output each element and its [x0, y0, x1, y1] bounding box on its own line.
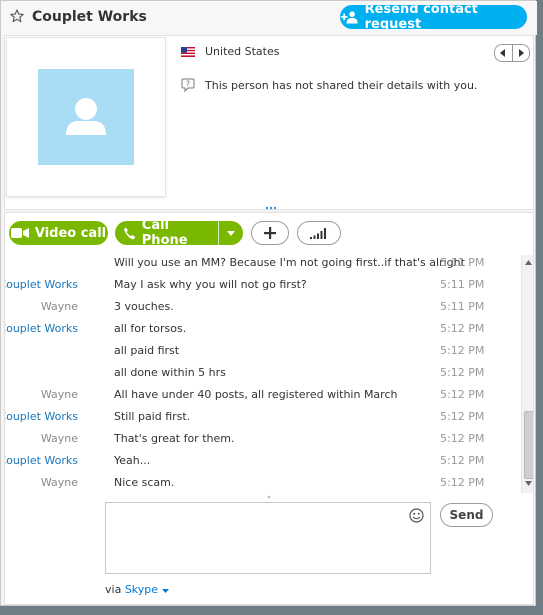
message-sender[interactable]: Couplet Works	[5, 454, 78, 467]
next-button[interactable]	[513, 45, 530, 61]
message-row: Wayne All have under 40 posts, all regist…	[5, 384, 515, 406]
split-divider	[218, 221, 219, 245]
call-options-dropdown[interactable]	[219, 221, 243, 245]
message-row: Wayne 3 vouches. 5:11 PM	[5, 296, 515, 318]
chevron-down-icon	[161, 589, 169, 593]
avatar-card	[6, 37, 166, 197]
message-row: all paid first 5:12 PM	[5, 340, 515, 362]
scroll-up-icon[interactable]	[525, 260, 532, 265]
default-user-icon	[66, 98, 106, 135]
message-text: All have under 40 posts, all registered …	[114, 388, 398, 401]
message-timestamp: 5:12 PM	[440, 366, 485, 379]
message-timestamp: 5:12 PM	[440, 388, 485, 401]
us-flag-icon	[181, 46, 195, 57]
scrollbar[interactable]	[521, 255, 533, 493]
contact-name-title: Couplet Works	[32, 9, 147, 25]
message-timestamp: 5:12 PM	[440, 322, 485, 335]
message-timestamp: 5:12 PM	[440, 476, 485, 489]
video-call-button[interactable]: Video call	[9, 221, 108, 245]
message-text: Still paid first.	[114, 410, 191, 423]
message-row: Wayne That's great for them. 5:12 PM	[5, 428, 515, 450]
message-row: Couplet Works Yeah... 5:12 PM	[5, 450, 515, 472]
conversation-window: Couplet Works Resend contact request Uni…	[0, 0, 537, 606]
call-phone-split-button: Call Phone	[115, 218, 243, 248]
message-text: May I ask why you will not go first?	[114, 278, 307, 291]
via-service-selector: via Skype	[105, 583, 169, 596]
service-dropdown[interactable]: Skype	[125, 583, 169, 596]
message-timestamp: 5:11 PM	[440, 300, 485, 313]
call-quality-button[interactable]	[297, 221, 341, 245]
message-sender[interactable]: Couplet Works	[5, 322, 78, 335]
previous-button[interactable]	[495, 45, 513, 61]
message-timestamp: 5:12 PM	[440, 454, 485, 467]
message-row: Wayne Nice scam. 5:12 PM	[5, 472, 515, 494]
call-actions-bar: Video call Call Phone	[4, 212, 534, 256]
favorite-star-icon[interactable]	[10, 9, 24, 23]
message-timestamp: 5:12 PM	[440, 432, 485, 445]
resend-contact-request-label: Resend contact request	[364, 2, 478, 32]
send-button[interactable]: Send	[440, 503, 493, 527]
profile-pager	[494, 44, 530, 62]
scroll-down-icon[interactable]	[525, 481, 532, 486]
video-call-label: Video call	[34, 225, 107, 241]
message-sender[interactable]: Couplet Works	[5, 410, 78, 423]
message-history: Will you use an MM? Because I'm not goin…	[4, 255, 534, 495]
message-text: all paid first	[114, 344, 180, 357]
triangle-right-icon	[518, 49, 524, 57]
triangle-left-icon	[500, 49, 506, 57]
country-row: United States	[181, 45, 280, 58]
privacy-row: ? This person has not shared their detai…	[181, 78, 477, 92]
add-participants-button[interactable]	[251, 221, 289, 245]
privacy-question-icon: ?	[181, 78, 195, 92]
resize-grip-icon[interactable]	[265, 206, 277, 210]
message-text: Yeah...	[114, 454, 151, 467]
emoticon-icon[interactable]	[409, 508, 424, 523]
message-timestamp: 5:12 PM	[440, 344, 485, 357]
via-prefix: via	[105, 583, 122, 596]
message-text: Will you use an MM? Because I'm not goin…	[114, 256, 465, 269]
compose-grip-icon[interactable]	[267, 495, 271, 499]
avatar	[38, 69, 134, 165]
profile-panel: United States ? This person has not shar…	[4, 35, 534, 210]
message-sender[interactable]: Wayne	[41, 388, 78, 401]
svg-text:?: ?	[186, 80, 190, 89]
privacy-note: This person has not shared their details…	[205, 78, 478, 92]
message-row: Couplet Works Still paid first. 5:12 PM	[5, 406, 515, 428]
conversation-header: Couplet Works Resend contact request	[1, 1, 537, 35]
message-text: Nice scam.	[114, 476, 175, 489]
message-text: all for torsos.	[114, 322, 187, 335]
send-label: Send	[449, 508, 484, 522]
message-sender[interactable]: Couplet Works	[5, 278, 78, 291]
message-text: That's great for them.	[114, 432, 235, 445]
message-text: all done within 5 hrs	[114, 366, 226, 379]
message-row: all done within 5 hrs 5:12 PM	[5, 362, 515, 384]
message-sender[interactable]: Wayne	[41, 432, 78, 445]
message-sender[interactable]: Wayne	[41, 476, 78, 489]
message-timestamp: 5:12 PM	[440, 410, 485, 423]
message-row: Couplet Works May I ask why you will not …	[5, 274, 515, 296]
message-input[interactable]	[105, 502, 431, 574]
add-contact-icon	[340, 11, 358, 24]
resend-contact-request-button[interactable]: Resend contact request	[340, 2, 527, 32]
phone-handset-icon	[123, 227, 136, 239]
call-phone-button[interactable]: Call Phone	[115, 218, 218, 248]
message-timestamp: 5:11 PM	[440, 256, 485, 269]
call-phone-label: Call Phone	[141, 218, 188, 248]
message-text: 3 vouches.	[114, 300, 174, 313]
signal-bars-icon	[310, 227, 326, 239]
plus-icon	[264, 227, 276, 239]
message-sender[interactable]: Wayne	[41, 300, 78, 313]
message-row: Couplet Works all for torsos. 5:12 PM	[5, 318, 515, 340]
message-timestamp: 5:11 PM	[440, 278, 485, 291]
scrollbar-thumb[interactable]	[524, 411, 533, 479]
chevron-down-icon	[227, 230, 235, 236]
compose-area: Send via Skype	[4, 495, 534, 605]
message-row: Will you use an MM? Because I'm not goin…	[5, 255, 515, 274]
service-name: Skype	[124, 583, 159, 596]
video-camera-icon	[10, 228, 29, 238]
country-text: United States	[205, 45, 280, 58]
